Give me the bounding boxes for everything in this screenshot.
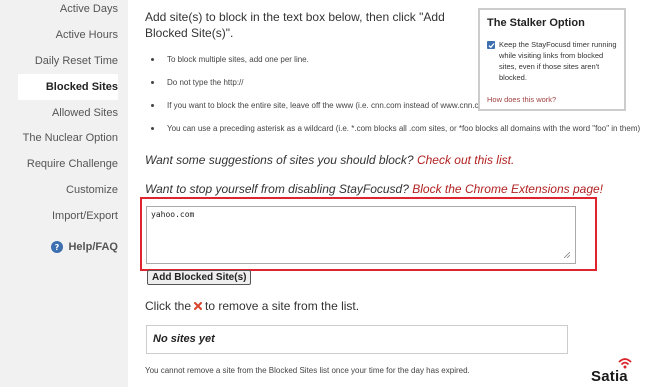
question-icon: ?	[51, 241, 64, 253]
list-item: To block multiple sites, add one per lin…	[151, 52, 496, 67]
footnote: You cannot remove a site from the Blocke…	[145, 366, 470, 375]
suggestion-line: Want some suggestions of sites you shoul…	[145, 153, 514, 167]
sidebar-item-blocked-sites[interactable]: Blocked Sites	[18, 74, 118, 100]
list-item: You can use a preceding asterisk as a wi…	[151, 121, 640, 136]
bullet-icon	[151, 81, 154, 84]
suggestion-text: Want some suggestions of sites you shoul…	[145, 153, 414, 167]
main-panel: Add site(s) to block in the text box bel…	[128, 0, 650, 387]
stalker-title: The Stalker Option	[487, 17, 585, 29]
add-blocked-sites-button[interactable]: Add Blocked Site(s)	[147, 270, 252, 285]
tip-text: You can use a preceding asterisk as a wi…	[167, 124, 641, 133]
bullet-icon	[151, 127, 154, 130]
how-does-this-work-link[interactable]: How does this work?	[487, 95, 556, 104]
stalker-checkbox[interactable]	[487, 41, 495, 49]
intro-text: Add site(s) to block in the text box bel…	[145, 10, 445, 40]
list-item: If you want to block the entire site, le…	[151, 98, 497, 113]
sidebar-item-require-challenge[interactable]: Require Challenge	[27, 158, 118, 170]
help-faq-link[interactable]: ? Help/FAQ	[51, 241, 118, 253]
bullet-icon	[151, 58, 154, 61]
extensions-text: Want to stop yourself from disabling Sta…	[145, 182, 409, 196]
stalker-description: Keep the StayFocusd timer running while …	[499, 40, 617, 82]
tip-text: Do not type the http://	[167, 78, 244, 87]
watermark-text: Satia	[591, 368, 628, 385]
svg-text:?: ?	[55, 243, 60, 251]
sidebar-item-active-hours[interactable]: Active Hours	[56, 29, 118, 41]
stalker-option-panel: The Stalker Option Keep the StayFocusd t…	[478, 8, 626, 111]
help-faq-label: Help/FAQ	[68, 241, 118, 253]
sidebar-nav: Active Days Active Hours Daily Reset Tim…	[0, 0, 128, 387]
sites-empty-text: No sites yet	[153, 333, 215, 345]
bullet-icon	[151, 104, 154, 107]
blocked-sites-input[interactable]	[146, 206, 576, 264]
remove-hint-after: to remove a site from the list.	[205, 299, 360, 313]
check-out-list-link[interactable]: Check out this list.	[417, 153, 514, 167]
tips-list: To block multiple sites, add one per lin…	[151, 52, 640, 144]
tip-text: If you want to block the entire site, le…	[167, 101, 493, 110]
checkmark-icon	[488, 42, 494, 48]
remove-hint-before: Click the	[145, 299, 192, 313]
blocked-sites-list: No sites yet	[146, 325, 568, 354]
remove-hint: Click the to remove a site from the list…	[145, 299, 359, 313]
block-extensions-link[interactable]: Block the Chrome Extensions page!	[412, 182, 603, 196]
remove-x-icon	[194, 302, 203, 310]
resize-grip-icon[interactable]	[564, 252, 570, 258]
tip-text: To block multiple sites, add one per lin…	[167, 55, 309, 64]
sidebar-item-import-export[interactable]: Import/Export	[52, 210, 118, 222]
watermark: Satia	[591, 357, 649, 387]
sidebar-item-nuclear-option[interactable]: The Nuclear Option	[23, 132, 118, 144]
sidebar-item-active-days[interactable]: Active Days	[60, 3, 118, 15]
extensions-line: Want to stop yourself from disabling Sta…	[145, 182, 603, 196]
list-item: Do not type the http://	[151, 75, 496, 90]
sidebar-item-allowed-sites[interactable]: Allowed Sites	[52, 107, 118, 119]
sidebar-item-customize[interactable]: Customize	[66, 184, 118, 196]
sidebar-item-daily-reset-time[interactable]: Daily Reset Time	[35, 55, 118, 67]
